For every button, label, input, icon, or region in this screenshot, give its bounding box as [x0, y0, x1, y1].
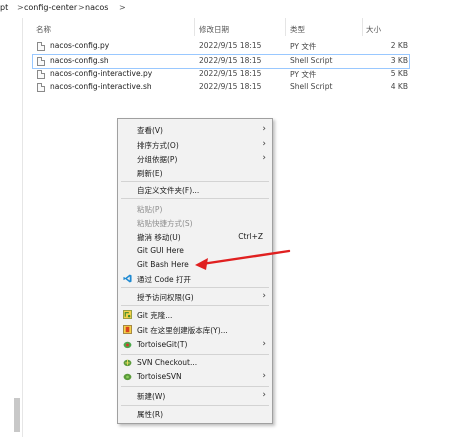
column-divider [285, 18, 286, 36]
navigation-pane [0, 18, 23, 437]
menu-item-git-clone[interactable]: Git 克隆... [118, 308, 272, 321]
menu-divider [121, 198, 269, 199]
menu-item-git-bash-here[interactable]: Git Bash Here [118, 258, 272, 271]
file-icon [37, 70, 45, 79]
menu-item-give-access[interactable]: 授予访问权限(G) › [118, 290, 272, 303]
file-name: nacos-config.py [50, 41, 110, 50]
file-type: PY 文件 [290, 42, 317, 51]
chevron-right-icon: › [262, 139, 266, 149]
menu-item-customize-folder[interactable]: 自定义文件夹(F)... [118, 183, 272, 196]
file-icon [37, 42, 45, 51]
menu-item-label: 新建(W) [137, 392, 166, 401]
menu-item-sort-by[interactable]: 排序方式(O) › [118, 138, 272, 151]
menu-divider [121, 405, 269, 406]
chevron-right-icon: › [262, 153, 266, 163]
breadcrumb: pt > config-center > nacos > [0, 0, 474, 18]
file-icon [37, 57, 45, 66]
chevron-right-icon: › [262, 371, 266, 381]
file-size: 5 KB [390, 69, 408, 78]
chevron-right-icon: › [262, 339, 266, 349]
breadcrumb-item[interactable]: nacos [85, 3, 108, 12]
file-size: 2 KB [390, 41, 408, 50]
file-icon [37, 83, 45, 92]
menu-item-paste-shortcut[interactable]: 粘贴快捷方式(S) [118, 216, 272, 229]
chevron-right-icon: › [262, 291, 266, 301]
column-header-name[interactable]: 名称 [36, 24, 51, 35]
chevron-right-icon: › [262, 124, 266, 134]
svn-checkout-icon [123, 359, 132, 367]
menu-item-git-gui-here[interactable]: Git GUI Here [118, 244, 272, 257]
file-name: nacos-config.sh [50, 56, 109, 65]
menu-item-label: Git 在这里创建版本库(Y)... [137, 326, 228, 335]
menu-item-undo-move[interactable]: 撤消 移动(U) Ctrl+Z [118, 230, 272, 243]
menu-divider [121, 386, 269, 387]
breadcrumb-separator: > [119, 3, 126, 12]
file-size: 4 KB [390, 82, 408, 91]
menu-item-git-create-repo[interactable]: Git 在这里创建版本库(Y)... [118, 323, 272, 336]
menu-item-label: 排序方式(O) [137, 141, 179, 150]
menu-item-label: 粘贴快捷方式(S) [137, 219, 193, 228]
menu-item-label: 刷新(E) [137, 169, 163, 178]
tortoisegit-icon [123, 341, 132, 349]
git-create-repo-icon [123, 325, 132, 334]
menu-item-label: 自定义文件夹(F)... [137, 186, 200, 195]
breadcrumb-separator: > [78, 3, 85, 12]
menu-item-svn-checkout[interactable]: SVN Checkout... [118, 356, 272, 369]
menu-item-label: Git Bash Here [137, 260, 189, 269]
breadcrumb-item[interactable]: pt [0, 3, 8, 12]
menu-item-label: TortoiseSVN [137, 372, 182, 381]
file-name: nacos-config-interactive.py [50, 69, 153, 78]
scrollbar-thumb[interactable] [14, 398, 20, 432]
menu-item-view[interactable]: 查看(V) › [118, 123, 272, 136]
menu-item-tortoisesvn[interactable]: TortoiseSVN › [118, 370, 272, 383]
column-divider [362, 18, 363, 36]
menu-item-label: 查看(V) [137, 126, 163, 135]
file-name: nacos-config-interactive.sh [50, 82, 152, 91]
file-type: PY 文件 [290, 70, 317, 79]
menu-item-shortcut: Ctrl+Z [238, 232, 263, 241]
column-header-size[interactable]: 大小 [366, 24, 381, 35]
menu-item-label: SVN Checkout... [137, 358, 198, 367]
menu-item-refresh[interactable]: 刷新(E) [118, 166, 272, 179]
menu-item-open-with-code[interactable]: 通过 Code 打开 [118, 272, 272, 285]
file-type: Shell Script [290, 56, 333, 65]
breadcrumb-item[interactable]: config-center [24, 3, 77, 12]
file-date: 2022/9/15 18:15 [199, 41, 262, 50]
menu-item-label: 粘贴(P) [137, 205, 163, 214]
chevron-right-icon: › [262, 390, 266, 400]
menu-divider [121, 354, 269, 355]
column-header-type[interactable]: 类型 [290, 24, 305, 35]
file-date: 2022/9/15 18:15 [199, 82, 262, 91]
menu-divider [121, 305, 269, 306]
context-menu: 查看(V) › 排序方式(O) › 分组依据(P) › 刷新(E) 自定义文件夹… [117, 118, 273, 424]
file-row[interactable]: nacos-config-interactive.sh 2022/9/15 18… [32, 80, 410, 95]
column-header-date[interactable]: 修改日期 [199, 24, 229, 35]
file-date: 2022/9/15 18:15 [199, 56, 262, 65]
menu-item-group-by[interactable]: 分组依据(P) › [118, 152, 272, 165]
vscode-icon [123, 274, 132, 283]
git-clone-icon [123, 310, 132, 319]
menu-item-paste[interactable]: 粘贴(P) [118, 202, 272, 215]
menu-divider [121, 181, 269, 182]
menu-item-label: 通过 Code 打开 [137, 275, 191, 284]
menu-item-tortoisegit[interactable]: TortoiseGit(T) › [118, 338, 272, 351]
menu-item-label: Git GUI Here [137, 246, 184, 255]
column-divider [194, 18, 195, 36]
menu-item-label: 授予访问权限(G) [137, 293, 194, 302]
menu-item-label: 分组依据(P) [137, 155, 178, 164]
menu-divider [121, 287, 269, 288]
menu-item-label: TortoiseGit(T) [137, 340, 188, 349]
breadcrumb-separator: > [17, 3, 24, 12]
file-date: 2022/9/15 18:15 [199, 69, 262, 78]
menu-item-new[interactable]: 新建(W) › [118, 389, 272, 402]
tortoisesvn-icon [123, 373, 132, 381]
column-headers: 名称 修改日期 类型 大小 [29, 18, 474, 38]
menu-item-label: 属性(R) [137, 410, 164, 419]
file-row[interactable]: nacos-config.py 2022/9/15 18:15 PY 文件 2 … [32, 39, 410, 54]
menu-item-label: Git 克隆... [137, 311, 173, 320]
file-type: Shell Script [290, 82, 333, 91]
menu-item-label: 撤消 移动(U) [137, 233, 181, 242]
file-size: 3 KB [390, 56, 408, 65]
menu-item-properties[interactable]: 属性(R) [118, 407, 272, 420]
